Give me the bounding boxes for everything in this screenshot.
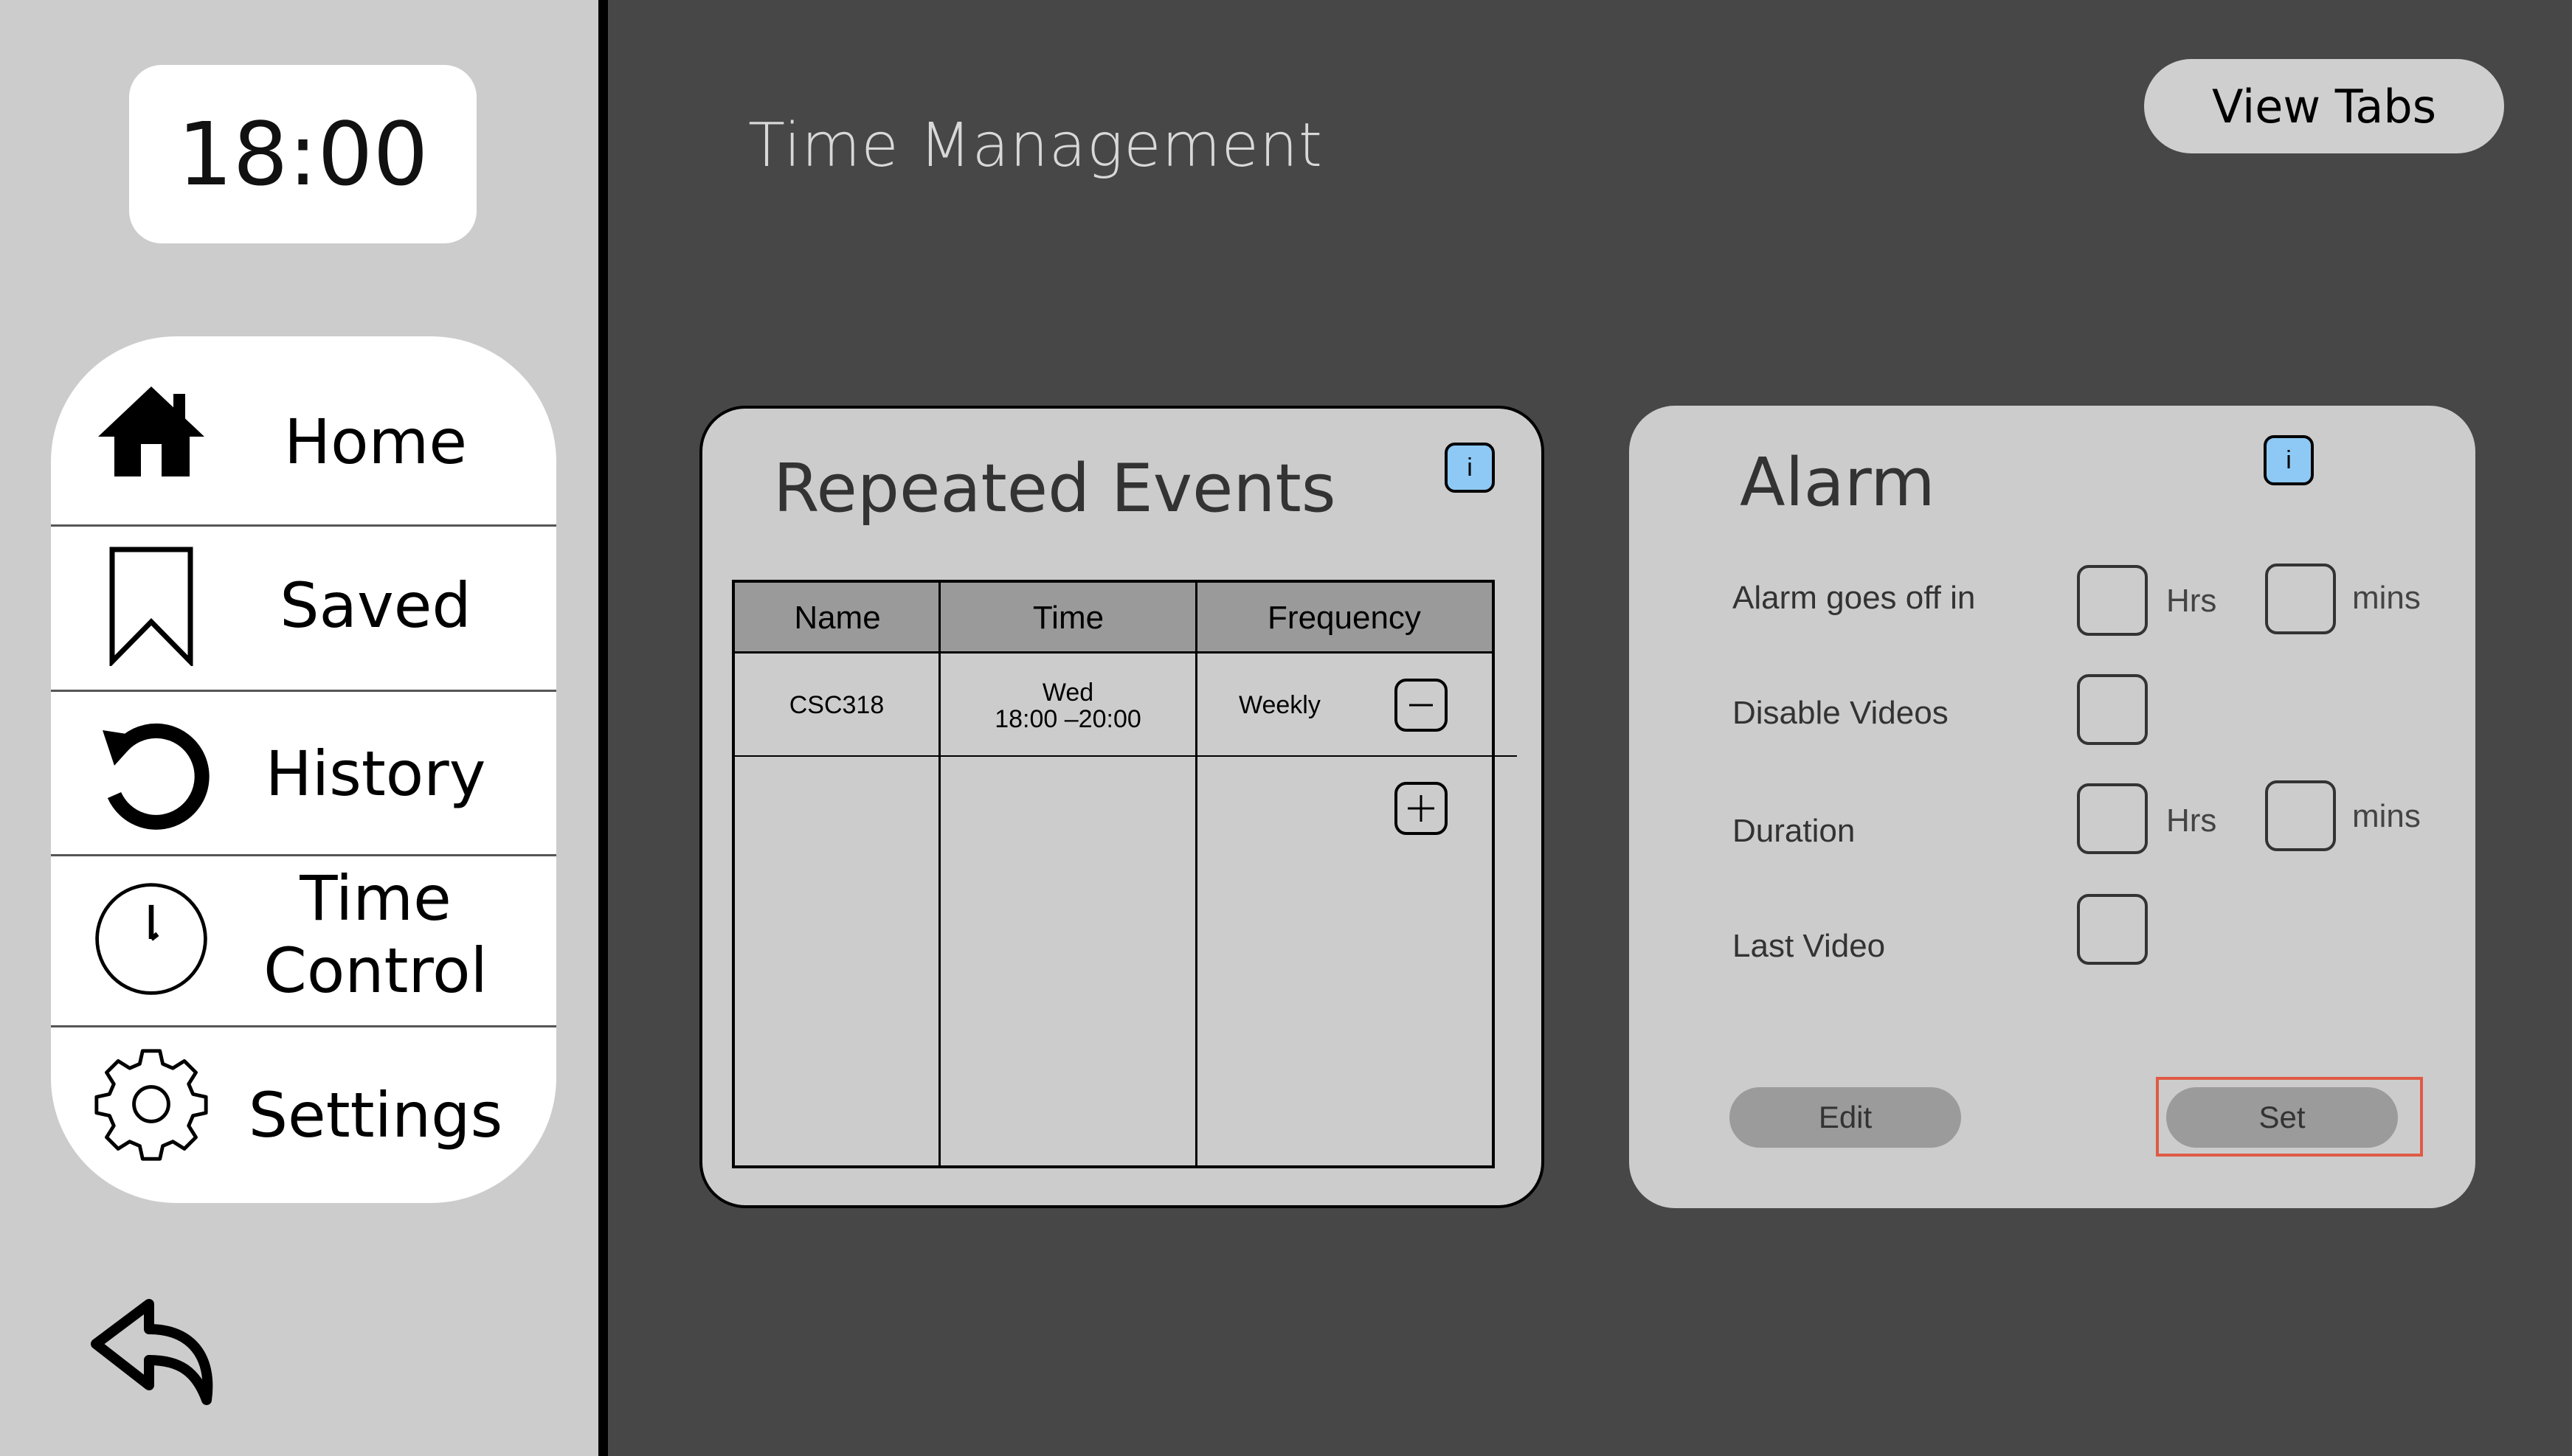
last-video-label: Last Video (1732, 928, 1886, 964)
sidebar-item-label: Home (283, 406, 468, 478)
duration-hours-field[interactable] (2077, 783, 2148, 854)
nav-menu: Home Saved History Time Control Settings (51, 336, 556, 1203)
table-header: Name Time Frequency (735, 583, 1492, 654)
minutes-unit-label: mins (2352, 798, 2421, 834)
repeated-events-card: Repeated Events i Name Time Frequency CS… (699, 406, 1544, 1208)
info-button[interactable]: i (2264, 435, 2314, 485)
row-divider (735, 755, 1517, 757)
sidebar-item-settings[interactable]: Settings (51, 1027, 556, 1203)
minutes-unit-label: mins (2352, 580, 2421, 616)
sidebar-item-time-control[interactable]: Time Control (51, 856, 556, 1022)
plus-icon (1408, 795, 1434, 822)
history-icon (92, 707, 210, 839)
card-title: Alarm (1740, 444, 1935, 521)
sidebar-item-saved[interactable]: Saved (51, 527, 556, 684)
event-name: CSC318 (789, 691, 885, 719)
clock-icon (92, 873, 210, 1005)
duration-minutes-field[interactable] (2265, 780, 2336, 851)
sidebar-divider (598, 0, 608, 1456)
sidebar-item-home[interactable]: Home (51, 336, 556, 527)
event-time: Wed 18:00 –20:00 (941, 656, 1195, 755)
hours-unit-label: Hrs (2166, 802, 2217, 839)
alarm-minutes-field[interactable] (2265, 564, 2336, 634)
sidebar: 18:00 Home Saved History Time Control Se… (0, 0, 598, 1456)
back-arrow-icon[interactable] (89, 1298, 221, 1409)
minus-icon (1409, 704, 1433, 707)
info-icon: i (1467, 453, 1473, 482)
column-header-frequency: Frequency (1268, 600, 1421, 636)
event-time-range: 18:00 –20:00 (995, 704, 1141, 733)
last-video-checkbox[interactable] (2077, 894, 2148, 965)
column-header-name: Name (794, 600, 881, 636)
gear-icon (92, 1038, 210, 1171)
hours-unit-label: Hrs (2166, 583, 2217, 619)
alarm-hours-field[interactable] (2077, 565, 2148, 636)
sidebar-item-label: Time Control (263, 862, 488, 1007)
set-button-highlight (2156, 1077, 2423, 1157)
page-title: Time Management (748, 111, 1324, 181)
edit-button[interactable]: Edit (1729, 1087, 1961, 1148)
sidebar-item-history[interactable]: History (51, 692, 556, 854)
bookmark-icon (92, 539, 210, 672)
sidebar-item-label: Settings (248, 1079, 503, 1151)
disable-videos-checkbox[interactable] (2077, 674, 2148, 745)
remove-event-button[interactable] (1394, 679, 1448, 732)
events-table: Name Time Frequency CSC318 Wed 18:00 –20… (732, 580, 1517, 1168)
home-icon (92, 365, 210, 498)
disable-videos-label: Disable Videos (1732, 695, 1949, 731)
event-day: Wed (1042, 678, 1094, 707)
card-title: Repeated Events (773, 450, 1336, 527)
info-icon: i (2286, 446, 2292, 474)
sidebar-item-label: Saved (280, 569, 471, 642)
clock-display: 18:00 (129, 65, 477, 243)
event-frequency: Weekly (1239, 691, 1321, 719)
sidebar-item-label: History (265, 738, 486, 810)
alarm-goes-off-label: Alarm goes off in (1732, 580, 1976, 616)
clock-time: 18:00 (177, 103, 429, 205)
info-button[interactable]: i (1445, 443, 1495, 493)
view-tabs-button[interactable]: View Tabs (2144, 59, 2504, 153)
column-header-time: Time (1032, 600, 1104, 636)
add-event-button[interactable] (1394, 782, 1448, 835)
alarm-card: Alarm i Alarm goes off in Hrs mins Disab… (1629, 406, 2475, 1208)
duration-label: Duration (1732, 813, 1856, 849)
